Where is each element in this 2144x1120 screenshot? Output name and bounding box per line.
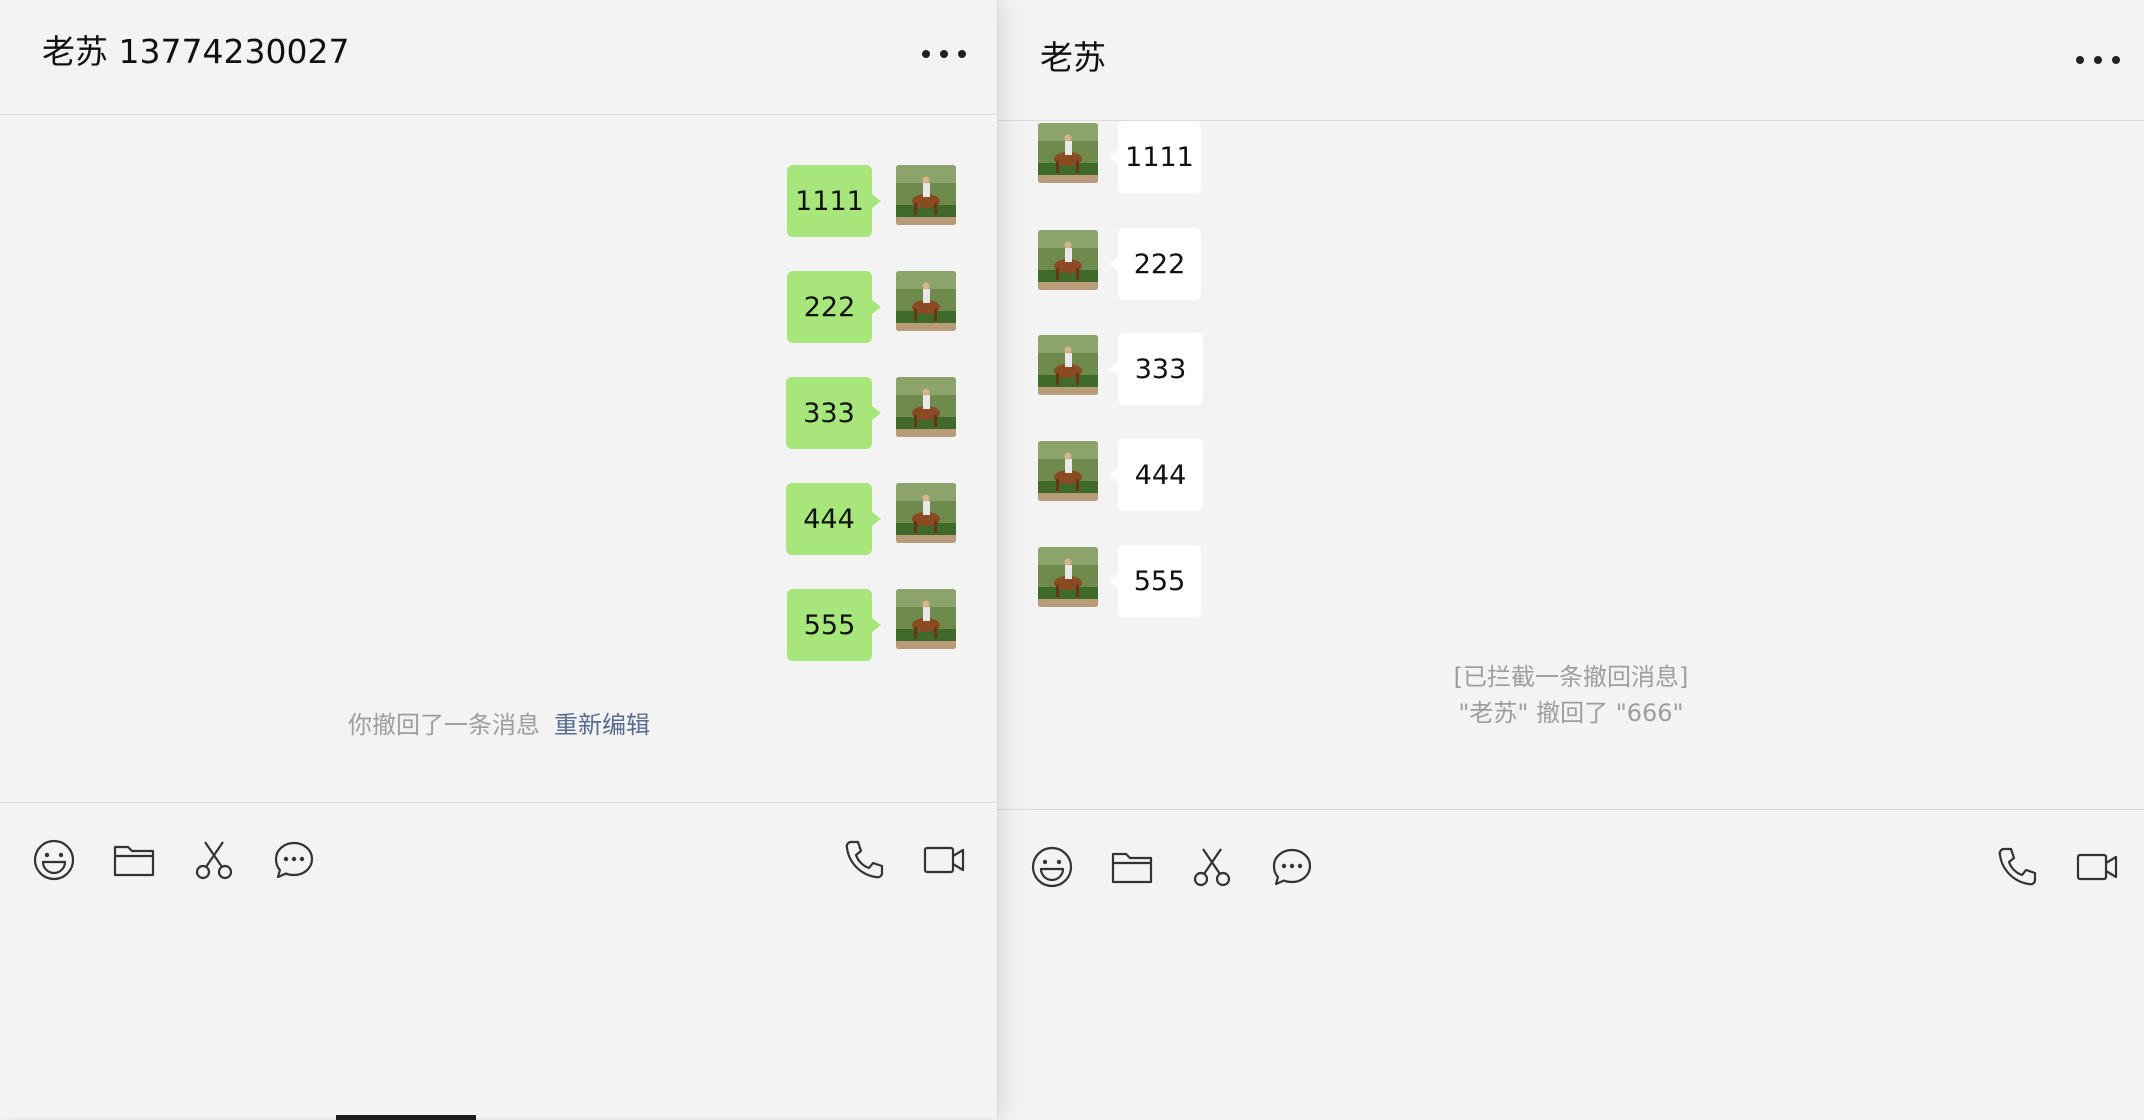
message-row: 1111 bbox=[1038, 121, 1218, 193]
avatar[interactable] bbox=[896, 483, 956, 543]
sent-message-bubble[interactable]: 333 bbox=[786, 377, 881, 449]
scissors-icon bbox=[195, 841, 233, 880]
chat-window-sender: 老苏 13774230027 1111 222 333 444 555 你撤回了… bbox=[0, 0, 998, 1118]
video-icon bbox=[923, 846, 965, 874]
recall-notice-text: 你撤回了一条消息 bbox=[348, 711, 540, 739]
message-row: 222 bbox=[787, 271, 957, 343]
intercept-notice-line2: "老苏" 撤回了 "666" bbox=[1458, 699, 1684, 727]
more-options-button[interactable] bbox=[922, 42, 966, 66]
more-options-button[interactable] bbox=[2076, 48, 2120, 72]
sent-message-bubble[interactable]: 1111 bbox=[787, 165, 881, 237]
screenshot-button[interactable] bbox=[192, 838, 236, 882]
sent-message-bubble[interactable]: 444 bbox=[786, 483, 881, 555]
message-row: 444 bbox=[1038, 439, 1218, 511]
voice-call-button[interactable] bbox=[842, 838, 886, 882]
intercept-notice-line1: [已拦截一条撤回消息] bbox=[1453, 663, 1689, 691]
video-icon bbox=[2076, 853, 2118, 881]
chat-window-receiver: 老苏 1111 222 333 444 555 [已拦截一条撤回消息] "老苏"… bbox=[998, 0, 2144, 1120]
message-row: 555 bbox=[787, 589, 957, 661]
avatar[interactable] bbox=[1038, 547, 1098, 607]
chat-title: 老苏 bbox=[1040, 38, 1106, 77]
reedit-link[interactable]: 重新编辑 bbox=[554, 711, 650, 739]
avatar[interactable] bbox=[1038, 123, 1098, 183]
received-message-bubble[interactable]: 555 bbox=[1109, 545, 1201, 617]
phone-icon bbox=[845, 840, 884, 879]
sent-message-bubble[interactable]: 555 bbox=[787, 589, 881, 661]
avatar[interactable] bbox=[896, 377, 956, 437]
more-dot bbox=[2094, 56, 2102, 64]
video-call-button[interactable] bbox=[2075, 845, 2119, 889]
recall-notice: 你撤回了一条消息 重新编辑 bbox=[0, 705, 998, 740]
input-toolbar bbox=[998, 809, 2144, 919]
avatar[interactable] bbox=[1038, 335, 1098, 395]
emoji-icon bbox=[33, 839, 75, 881]
avatar[interactable] bbox=[896, 589, 956, 649]
input-toolbar bbox=[0, 802, 997, 912]
voice-call-button[interactable] bbox=[1995, 845, 2039, 889]
message-row: 1111 bbox=[787, 165, 957, 237]
chat-header: 老苏 bbox=[998, 0, 2144, 121]
avatar[interactable] bbox=[896, 165, 956, 225]
chat-history-button[interactable] bbox=[1270, 845, 1314, 889]
message-row: 555 bbox=[1038, 545, 1218, 617]
chat-title: 老苏 13774230027 bbox=[42, 32, 350, 71]
avatar[interactable] bbox=[896, 271, 956, 331]
emoji-icon bbox=[1031, 846, 1073, 888]
folder-icon bbox=[1111, 852, 1153, 884]
dock-edge bbox=[336, 1115, 476, 1120]
chat-history-icon bbox=[274, 841, 314, 879]
received-message-bubble[interactable]: 1111 bbox=[1109, 121, 1201, 193]
message-row: 333 bbox=[1038, 333, 1218, 405]
sent-message-bubble[interactable]: 222 bbox=[787, 271, 881, 343]
chat-header: 老苏 13774230027 bbox=[0, 0, 997, 115]
received-message-bubble[interactable]: 333 bbox=[1109, 333, 1203, 405]
avatar[interactable] bbox=[1038, 230, 1098, 290]
more-dot bbox=[958, 50, 966, 58]
more-dot bbox=[922, 50, 930, 58]
message-list[interactable]: 1111 222 333 444 bbox=[0, 115, 997, 802]
message-row: 333 bbox=[786, 377, 957, 449]
received-message-bubble[interactable]: 444 bbox=[1109, 439, 1203, 511]
video-call-button[interactable] bbox=[922, 838, 966, 882]
received-message-bubble[interactable]: 222 bbox=[1109, 228, 1201, 300]
message-row: 222 bbox=[1038, 228, 1218, 300]
message-list[interactable]: 1111 222 333 444 bbox=[998, 121, 2144, 809]
desktop: 老苏 13774230027 1111 222 333 444 555 你撤回了… bbox=[0, 0, 2144, 1120]
file-button[interactable] bbox=[1110, 845, 1154, 889]
message-row: 444 bbox=[786, 483, 957, 555]
intercepted-recall-notice: [已拦截一条撤回消息] "老苏" 撤回了 "666" bbox=[998, 659, 2144, 731]
chat-history-icon bbox=[1272, 848, 1312, 886]
more-dot bbox=[2076, 56, 2084, 64]
chat-history-button[interactable] bbox=[272, 838, 316, 882]
avatar[interactable] bbox=[1038, 441, 1098, 501]
scissors-icon bbox=[1193, 848, 1231, 887]
folder-icon bbox=[113, 845, 155, 877]
screenshot-button[interactable] bbox=[1190, 845, 1234, 889]
phone-icon bbox=[1998, 847, 2037, 886]
emoji-button[interactable] bbox=[1030, 845, 1074, 889]
more-dot bbox=[2112, 56, 2120, 64]
file-button[interactable] bbox=[112, 838, 156, 882]
emoji-button[interactable] bbox=[32, 838, 76, 882]
more-dot bbox=[940, 50, 948, 58]
